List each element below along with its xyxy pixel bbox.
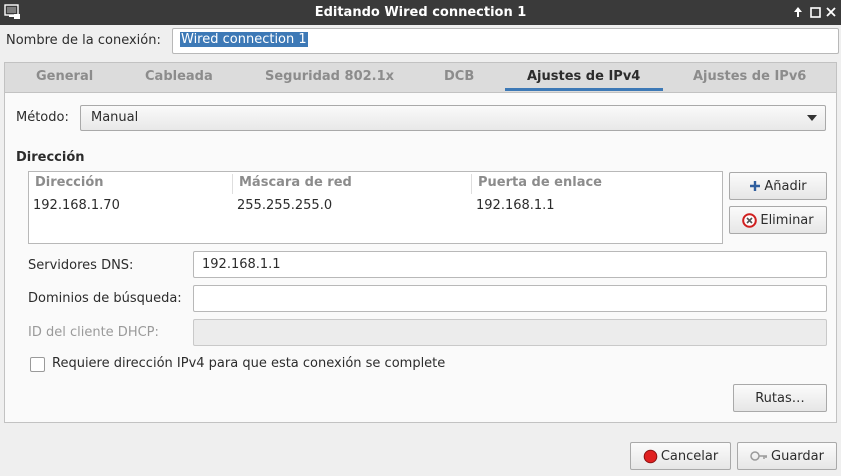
dhcp-client-id-input <box>193 319 827 346</box>
dns-servers-label: Servidores DNS: <box>28 258 134 273</box>
cancel-icon <box>643 449 658 464</box>
column-header-gateway[interactable]: Puerta de enlace <box>472 174 722 194</box>
dhcp-client-id-label: ID del cliente DHCP: <box>28 325 159 340</box>
window-titlebar: Editando Wired connection 1 <box>0 0 841 25</box>
dns-servers-value: 192.168.1.1 <box>202 257 281 272</box>
window-title: Editando Wired connection 1 <box>314 5 527 20</box>
cell-netmask[interactable]: 255.255.255.0 <box>237 198 332 213</box>
tab-general[interactable]: General <box>36 69 93 84</box>
tab-ajustes-ipv4[interactable]: Ajustes de IPv4 <box>527 69 640 84</box>
connection-name-value: Wired connection 1 <box>180 32 308 47</box>
cancel-label: Cancelar <box>660 448 719 464</box>
cell-gateway[interactable]: 192.168.1.1 <box>476 198 555 213</box>
plus-icon <box>749 180 761 192</box>
close-icon[interactable] <box>822 3 840 21</box>
dns-servers-input[interactable]: 192.168.1.1 <box>193 251 827 278</box>
add-address-button[interactable]: Añadir <box>729 172 827 200</box>
routes-button[interactable]: Rutas… <box>733 384 827 412</box>
remove-address-button[interactable]: Eliminar <box>729 206 827 234</box>
save-button[interactable]: Guardar <box>737 442 837 470</box>
address-table[interactable]: Dirección Máscara de red Puerta de enlac… <box>28 171 723 244</box>
arrow-up-icon[interactable] <box>789 3 807 21</box>
method-value: Manual <box>91 110 139 125</box>
remove-icon <box>742 212 758 228</box>
search-domains-label: Dominios de búsqueda: <box>28 291 182 306</box>
connection-name-input[interactable]: Wired connection 1 <box>172 28 839 54</box>
cancel-button[interactable]: Cancelar <box>630 442 731 470</box>
tab-seguridad-8021x[interactable]: Seguridad 802.1x <box>265 69 394 84</box>
connection-name-label: Nombre de la conexión: <box>6 33 161 48</box>
method-label: Método: <box>16 110 69 125</box>
tab-ajustes-ipv6[interactable]: Ajustes de IPv6 <box>693 69 806 84</box>
search-domains-input[interactable] <box>193 285 827 312</box>
routes-label: Rutas… <box>755 390 805 406</box>
cell-address[interactable]: 192.168.1.70 <box>33 198 120 213</box>
add-address-label: Añadir <box>764 178 807 194</box>
method-select[interactable]: Manual <box>80 105 826 131</box>
require-ipv4-label[interactable]: Requiere dirección IPv4 para que esta co… <box>52 356 445 371</box>
require-ipv4-checkbox[interactable] <box>30 357 45 372</box>
tab-cableada[interactable]: Cableada <box>145 69 213 84</box>
active-tab-indicator <box>505 88 663 91</box>
remove-address-label: Eliminar <box>760 212 814 228</box>
column-header-netmask[interactable]: Máscara de red <box>233 174 472 194</box>
column-header-address[interactable]: Dirección <box>29 174 233 194</box>
save-icon <box>750 450 768 462</box>
dropdown-arrow-icon <box>807 115 817 121</box>
tab-dcb[interactable]: DCB <box>444 69 474 84</box>
address-section-title: Dirección <box>16 150 85 165</box>
save-label: Guardar <box>771 448 824 464</box>
